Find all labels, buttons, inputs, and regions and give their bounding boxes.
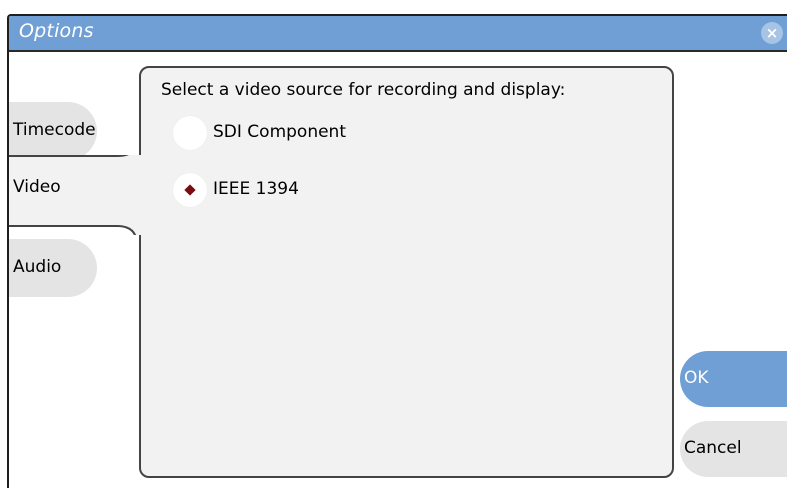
ok-button-label: OK (684, 368, 709, 388)
ok-button[interactable]: OK (680, 351, 787, 407)
tab-audio[interactable]: Audio (9, 239, 97, 297)
cancel-button-label: Cancel (684, 438, 742, 458)
tab-video[interactable]: Video (9, 159, 119, 217)
radio-label-sdi: SDI Component (213, 122, 346, 142)
video-source-prompt: Select a video source for recording and … (161, 80, 566, 100)
tab-timecode-label: Timecode (13, 120, 96, 140)
video-options-panel: Select a video source for recording and … (139, 66, 674, 478)
window-title: Options (19, 20, 94, 42)
radio-button-ieee[interactable] (173, 173, 207, 207)
title-bar: Options × (9, 16, 787, 52)
radio-button-sdi[interactable] (173, 116, 207, 150)
tab-timecode[interactable]: Timecode (9, 102, 97, 160)
tab-video-label: Video (13, 177, 61, 197)
close-button[interactable]: × (761, 22, 783, 44)
tab-audio-label: Audio (13, 257, 62, 277)
diamond-dot-icon (184, 184, 196, 196)
cancel-button[interactable]: Cancel (680, 421, 787, 477)
radio-label-ieee: IEEE 1394 (213, 179, 299, 199)
options-dialog: Options × Timecode Video Audio Select a … (7, 14, 787, 488)
close-icon: × (765, 24, 779, 42)
